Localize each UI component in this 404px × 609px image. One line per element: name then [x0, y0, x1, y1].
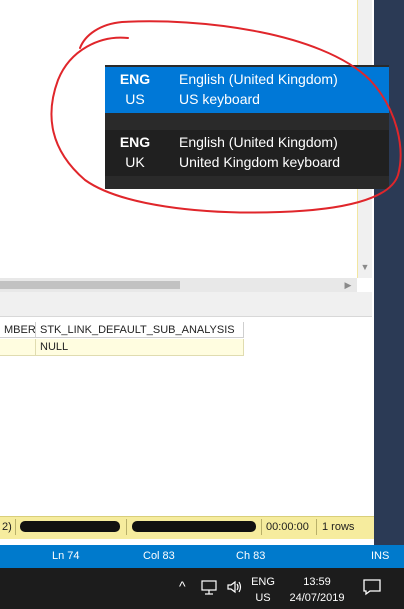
- query-row-count: 1 rows: [322, 521, 355, 533]
- scroll-down-arrow-icon[interactable]: ▼: [360, 262, 370, 272]
- network-icon[interactable]: [200, 578, 218, 601]
- lang-option-layout-code: US: [125, 91, 145, 107]
- redacted-server: [20, 521, 120, 532]
- input-language-indicator[interactable]: ENG US: [248, 572, 278, 606]
- scroll-right-arrow-icon[interactable]: ▶: [343, 279, 353, 291]
- lang-option-keyboard: United Kingdom keyboard: [179, 154, 341, 170]
- clock[interactable]: 13:59 24/07/2019: [284, 572, 350, 606]
- status-char: Ch 83: [236, 550, 266, 562]
- status-separator: [316, 519, 317, 535]
- clock-time: 13:59: [303, 576, 331, 588]
- language-option-uk[interactable]: ENG UK English (United Kingdom) United K…: [105, 130, 389, 176]
- redacted-database: [132, 521, 256, 532]
- lang-option-keyboard: US keyboard: [179, 91, 260, 107]
- status-column: Col 83: [143, 550, 175, 562]
- status-separator: [15, 519, 16, 535]
- status-insert-mode: INS: [371, 550, 390, 562]
- volume-icon[interactable]: [226, 578, 244, 601]
- chevron-up-icon[interactable]: ^: [179, 578, 186, 594]
- clock-date: 24/07/2019: [289, 592, 345, 604]
- status-separator: [261, 519, 262, 535]
- query-elapsed-time: 00:00:00: [266, 521, 309, 533]
- query-status-item: 2): [2, 521, 12, 533]
- lang-code-label: ENG: [251, 576, 275, 588]
- status-line: Ln 74: [52, 550, 80, 562]
- grid-cell[interactable]: NULL: [36, 339, 244, 356]
- lang-option-language: English (United Kingdom): [179, 71, 338, 87]
- column-header[interactable]: MBER: [0, 322, 36, 338]
- horizontal-scrollbar-thumb[interactable]: [0, 281, 180, 289]
- pane-splitter[interactable]: [0, 292, 372, 317]
- lang-option-layout-code: UK: [125, 154, 145, 170]
- lang-option-code: ENG: [119, 71, 151, 87]
- grid-cell[interactable]: [0, 339, 36, 356]
- notifications-icon[interactable]: [362, 578, 382, 601]
- lang-layout-label: US: [255, 592, 271, 604]
- column-header[interactable]: STK_LINK_DEFAULT_SUB_ANALYSIS: [36, 322, 244, 338]
- lang-option-code: ENG: [119, 134, 151, 150]
- lang-option-language: English (United Kingdom): [179, 134, 338, 150]
- status-separator: [126, 519, 127, 535]
- language-option-us[interactable]: ENG US English (United Kingdom) US keybo…: [105, 67, 389, 113]
